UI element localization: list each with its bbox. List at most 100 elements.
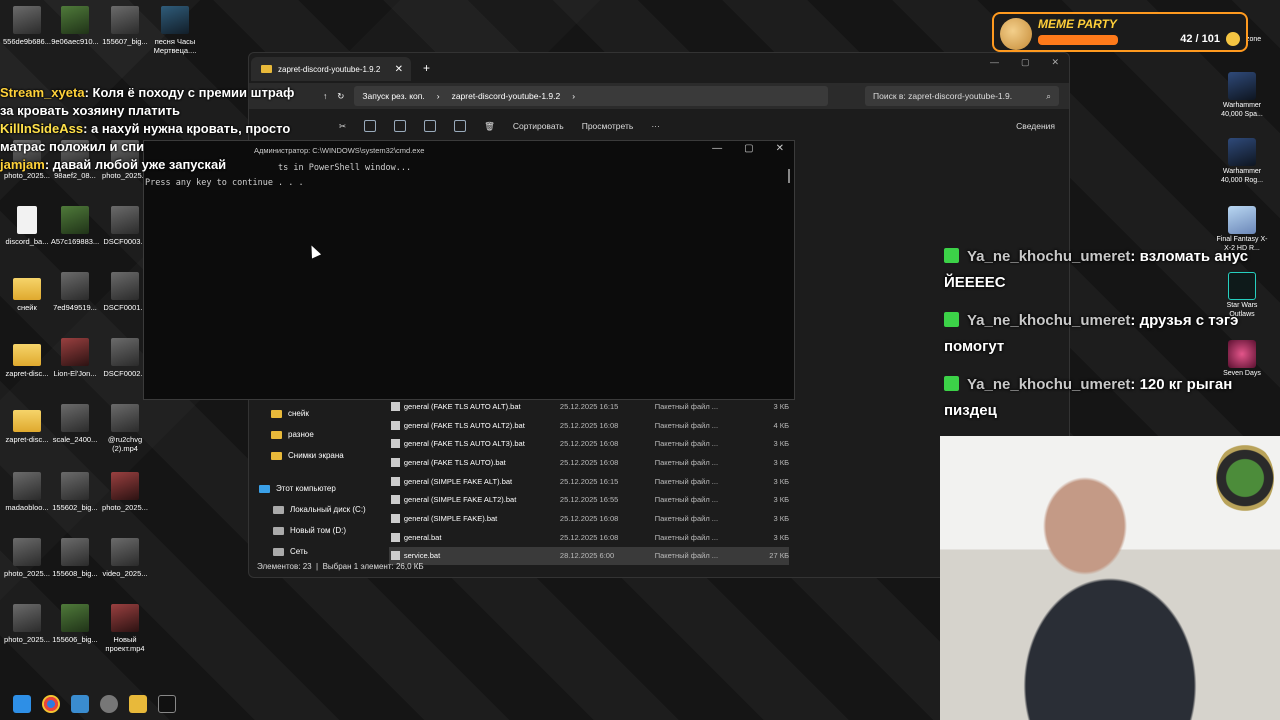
file-row[interactable]: general (FAKE TLS AUTO).bat 25.12.2025 16… [389, 453, 789, 472]
navigation-pane: снейк разное Снимки экрана Этот компьютер Ло… [255, 403, 371, 562]
desktop-icon[interactable]: песня Часы Мертвеца.... [150, 6, 200, 55]
terminal-taskbar-icon[interactable] [158, 695, 176, 713]
desktop-icon[interactable]: 556de9b686... [2, 6, 52, 46]
desktop-icon[interactable]: @ru2chvg (2).mp4 [100, 404, 150, 453]
desktop-icon[interactable]: scale_2400... [50, 404, 100, 444]
file-row[interactable]: general (SIMPLE FAKE).bat 25.12.2025 16:0… [389, 509, 789, 528]
file-explorer-taskbar-icon[interactable] [129, 695, 147, 713]
desktop-shortcut[interactable]: Warhammer 40,000 Spa... [1214, 72, 1270, 119]
desktop-icon[interactable]: video_2025... [100, 538, 150, 578]
file-row[interactable]: service.bat 28.12.2025 6:00 Пакетный файл … [389, 546, 789, 566]
explorer-tab-title: zapret-discord-youtube-1.9.2 [278, 64, 381, 74]
maximize-icon[interactable]: ▢ [1021, 57, 1030, 68]
image-thumbnail-icon [61, 404, 89, 432]
file-row[interactable]: general (SIMPLE FAKE ALT).bat 25.12.2025 … [389, 472, 789, 491]
desktop-icon[interactable]: discord_ba... [2, 206, 52, 246]
file-date: 25.12.2025 16:08 [559, 420, 619, 430]
chat-text: : давай любой уже запускай [44, 157, 227, 172]
image-thumbnail-icon [13, 604, 41, 632]
view-button[interactable]: Просмотреть [582, 121, 634, 131]
chrome-icon[interactable] [42, 695, 60, 713]
cmd-line: Press any key to continue . . . [145, 178, 304, 188]
desktop-icon[interactable]: madaobloo... [2, 472, 52, 512]
minimize-icon[interactable]: — [990, 57, 999, 68]
sidebar-item[interactable]: Снимки экрана [255, 445, 371, 466]
breadcrumb[interactable]: Запуск рез. коп. › zapret-discord-youtub… [354, 86, 829, 106]
search-input[interactable]: Поиск в: zapret-discord-youtube-1.9. ⌕ [865, 86, 1059, 106]
desktop-icon[interactable]: photo_2025... [100, 472, 150, 512]
desktop-shortcut[interactable]: Warhammer 40,000 Rog... [1214, 138, 1270, 185]
file-size: 3 КБ [773, 439, 789, 449]
cmd-scrollbar[interactable] [788, 169, 790, 183]
refresh-icon[interactable]: ↻ [337, 91, 344, 102]
close-icon[interactable]: ✕ [776, 143, 784, 154]
chat-username: Ya_ne_khochu_umeret [967, 376, 1131, 393]
sidebar-item[interactable]: Новый том (D:) [255, 520, 371, 541]
breadcrumb-item-backup[interactable]: Запуск рез. коп. [362, 91, 424, 101]
telegram-icon[interactable] [71, 695, 89, 713]
chevron-right-icon: › [572, 91, 576, 101]
chat-username: Ya_ne_khochu_umeret [967, 248, 1131, 265]
desktop-icon[interactable]: 155606_big... [50, 604, 100, 644]
desktop-icon[interactable]: 7ed949519... [50, 272, 100, 312]
cut-icon[interactable]: ✂ [339, 121, 346, 132]
desktop-icon[interactable]: снейк [2, 272, 52, 312]
start-windows-icon[interactable] [13, 695, 31, 713]
desktop-icon[interactable]: Lion-El'Jon... [50, 338, 100, 378]
sidebar-item-label: разное [288, 430, 314, 439]
breadcrumb-item-folder[interactable]: zapret-discord-youtube-1.9.2 [452, 91, 561, 101]
desktop-icon[interactable]: 155607_big... [100, 6, 150, 46]
details-button[interactable]: Сведения [1016, 121, 1055, 131]
sidebar-item[interactable]: Сеть [255, 541, 371, 562]
sidebar-item[interactable]: Этот компьютер [255, 478, 371, 499]
webcam-feed [940, 436, 1280, 720]
file-row[interactable]: general.bat 25.12.2025 16:08 Пакетный файл… [389, 528, 789, 547]
copy-icon[interactable] [364, 120, 377, 132]
cmd-window[interactable]: Администратор: C:\WINDOWS\system32\cmd.e… [143, 140, 795, 400]
chat-message: Ya_ne_khochu_umeret: друзья с тэгэ помог… [944, 308, 1269, 360]
folder-icon [271, 451, 282, 460]
cmd-window-controls: — ▢ ✕ [712, 143, 784, 154]
desktop-icon[interactable]: Новый проект.mp4 [100, 604, 150, 653]
folder-icon [13, 278, 41, 300]
desktop-icon[interactable]: zapret-disc... [2, 338, 52, 378]
file-row[interactable]: general (SIMPLE FAKE ALT2).bat 25.12.2025… [389, 490, 789, 509]
file-type: Пакетный файл ... [654, 532, 719, 542]
file-name: general (SIMPLE FAKE ALT2).bat [403, 495, 517, 505]
chat-message: Ya_ne_khochu_umeret: 120 кг рыган пиздец [944, 372, 1269, 424]
file-size: 3 КБ [773, 457, 789, 467]
new-tab-button[interactable]: + [423, 61, 430, 75]
share-icon[interactable] [454, 120, 467, 132]
settings-gear-icon[interactable] [100, 695, 118, 713]
tab-close-icon[interactable]: ✕ [395, 64, 403, 75]
file-name: general (SIMPLE FAKE).bat [403, 513, 498, 523]
sidebar-item[interactable]: разное [255, 424, 371, 445]
desktop-icon[interactable]: photo_2025... [2, 604, 52, 644]
desktop-icon[interactable]: zapret-disc... [2, 404, 52, 444]
minimize-icon[interactable]: — [712, 143, 722, 154]
delete-icon[interactable]: 🗑 [484, 121, 495, 132]
desktop-icon[interactable]: 155608_big... [50, 538, 100, 578]
sidebar-item[interactable]: снейк [255, 403, 371, 424]
file-row[interactable]: general (FAKE TLS AUTO ALT3).bat 25.12.20… [389, 434, 789, 453]
file-row[interactable]: general (FAKE TLS AUTO ALT2).bat 25.12.20… [389, 416, 789, 435]
sort-button[interactable]: Сортировать [513, 121, 564, 131]
image-thumbnail-icon [111, 206, 139, 234]
maximize-icon[interactable]: ▢ [744, 143, 753, 154]
file-size: 3 КБ [773, 513, 789, 523]
sidebar-item[interactable]: Локальный диск (C:) [255, 499, 371, 520]
image-thumbnail-icon [111, 404, 139, 432]
close-icon[interactable]: ✕ [1051, 57, 1059, 68]
file-date: 25.12.2025 16:15 [559, 401, 619, 411]
rename-icon[interactable] [424, 120, 437, 132]
file-type: Пакетный файл ... [654, 551, 719, 561]
desktop-icon[interactable]: 155602_big... [50, 472, 100, 512]
paste-icon[interactable] [394, 120, 407, 132]
more-options-button[interactable]: ··· [651, 121, 660, 131]
desktop-icon[interactable]: A57c169883... [50, 206, 100, 246]
desktop-icon[interactable]: 9e06aec910... [50, 6, 100, 46]
up-arrow-icon[interactable]: ↑ [323, 91, 327, 101]
desktop-icon[interactable]: photo_2025... [2, 538, 52, 578]
explorer-tab[interactable]: zapret-discord-youtube-1.9.2 ✕ [251, 57, 411, 81]
file-date: 25.12.2025 16:08 [559, 513, 619, 523]
